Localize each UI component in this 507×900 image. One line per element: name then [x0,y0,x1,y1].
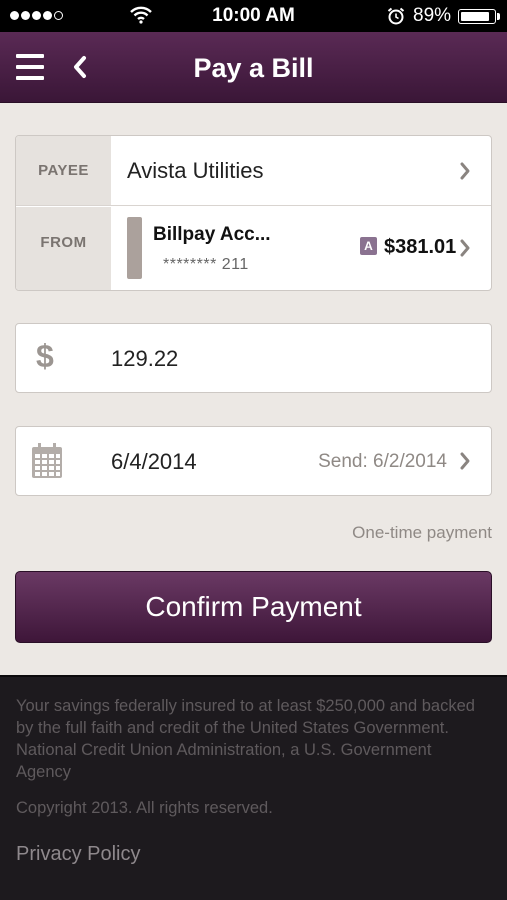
date-field[interactable]: 6/4/2014 Send: 6/2/2014 [15,426,492,496]
battery-fill [461,12,489,21]
nav-bar: Pay a Bill [0,32,507,103]
payee-label-cell: PAYEE [16,136,111,205]
chevron-right-icon [460,239,470,257]
from-label: FROM [40,234,87,251]
from-label-cell: FROM [16,207,111,290]
payment-form: PAYEE Avista Utilities FROM Billpay Acc.… [0,103,507,675]
from-account-row[interactable]: FROM Billpay Acc... ******** 211 A $381.… [16,207,491,290]
dollar-icon: $ [36,338,54,374]
chevron-right-icon [460,452,470,470]
account-type-badge: A [360,237,377,255]
privacy-policy-link[interactable]: Privacy Policy [16,843,140,866]
payment-date-value: 6/4/2014 [111,449,197,474]
copyright-text: Copyright 2013. All rights reserved. [16,799,273,817]
account-color-swatch [127,217,142,279]
amount-field[interactable]: $ 129.22 [15,323,492,393]
battery-icon [458,9,496,24]
confirm-payment-button[interactable]: Confirm Payment [15,571,492,643]
account-name: Billpay Acc... [153,224,271,245]
footer: Your savings federally insured to at lea… [0,675,507,900]
payment-frequency[interactable]: One-time payment [352,523,492,543]
account-balance: $381.01 [384,236,457,258]
alarm-clock-icon [387,7,405,25]
status-bar: 10:00 AM 89% [0,0,507,32]
chevron-right-icon [460,162,470,180]
payee-label: PAYEE [38,162,89,179]
account-number: ******** 211 [163,256,249,273]
page-title: Pay a Bill [193,53,314,83]
send-date: Send: 6/2/2014 [318,451,447,472]
battery-percent: 89% [413,5,452,26]
insurance-disclaimer: Your savings federally insured to at lea… [16,697,475,781]
battery-tip [497,13,500,20]
calendar-icon [32,443,62,478]
payee-row[interactable]: PAYEE Avista Utilities [16,136,491,206]
amount-value[interactable]: 129.22 [111,346,178,372]
payee-from-card: PAYEE Avista Utilities FROM Billpay Acc.… [15,135,492,291]
payee-value: Avista Utilities [127,158,264,183]
